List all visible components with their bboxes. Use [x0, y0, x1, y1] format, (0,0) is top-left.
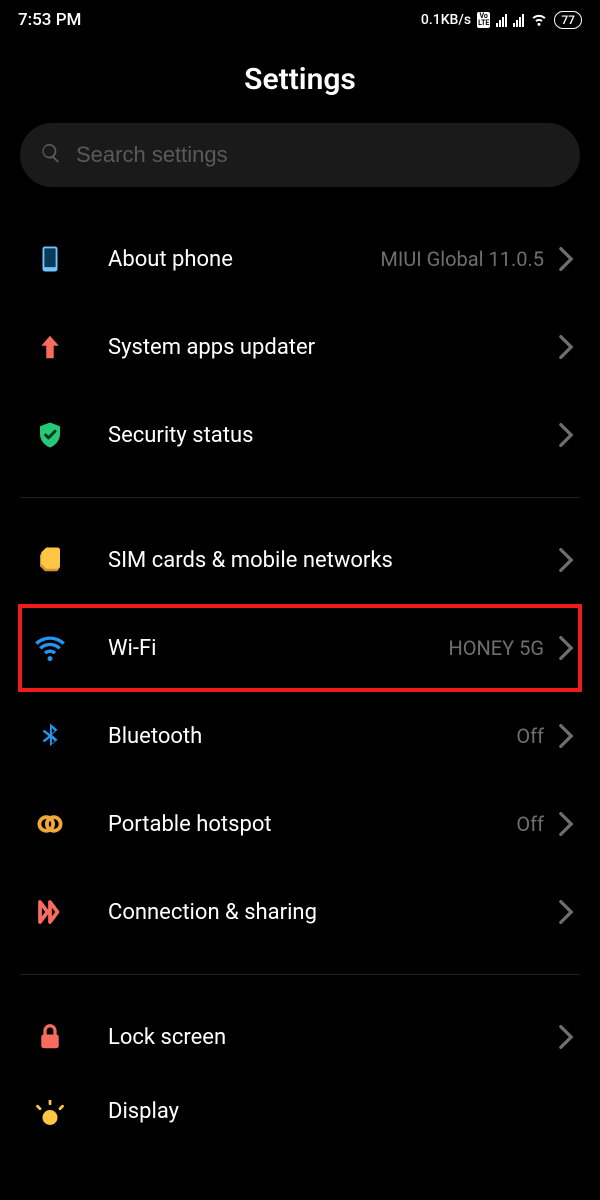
item-security-status[interactable]: Security status	[0, 391, 600, 479]
volte-icon: VoLTE	[477, 12, 490, 28]
item-value: HONEY 5G	[449, 636, 545, 660]
item-label: About phone	[108, 247, 380, 272]
item-portable-hotspot[interactable]: Portable hotspot Off	[0, 780, 600, 868]
chevron-right-icon	[558, 547, 574, 573]
share-icon	[34, 896, 66, 928]
divider	[20, 497, 580, 498]
search-icon	[40, 142, 62, 168]
hotspot-icon	[34, 808, 66, 840]
sim-card-icon	[34, 544, 66, 576]
item-label: Lock screen	[108, 1025, 558, 1050]
status-bar: 7:53 PM 0.1KB/s VoLTE 77	[0, 0, 600, 40]
network-speed: 0.1KB/s	[421, 12, 471, 28]
lock-icon	[34, 1021, 66, 1053]
item-wifi[interactable]: Wi-Fi HONEY 5G	[18, 604, 582, 692]
item-system-apps-updater[interactable]: System apps updater	[0, 303, 600, 391]
wifi-icon	[34, 632, 66, 664]
bluetooth-icon	[34, 720, 66, 752]
item-sim-cards[interactable]: SIM cards & mobile networks	[0, 516, 600, 604]
item-label: SIM cards & mobile networks	[108, 548, 558, 573]
chevron-right-icon	[558, 723, 574, 749]
item-value: MIUI Global 11.0.5	[380, 247, 544, 271]
status-right: 0.1KB/s VoLTE 77	[421, 9, 582, 31]
chevron-right-icon	[558, 1024, 574, 1050]
chevron-right-icon	[558, 246, 574, 272]
item-bluetooth[interactable]: Bluetooth Off	[0, 692, 600, 780]
wifi-status-icon	[530, 9, 548, 31]
battery-icon: 77	[554, 11, 582, 29]
item-value: Off	[516, 724, 544, 748]
search-input[interactable]	[76, 142, 560, 168]
phone-icon	[34, 243, 66, 275]
status-time: 7:53 PM	[18, 10, 81, 30]
shield-check-icon	[34, 419, 66, 451]
item-label: System apps updater	[108, 335, 558, 360]
item-connection-sharing[interactable]: Connection & sharing	[0, 868, 600, 956]
chevron-right-icon	[558, 811, 574, 837]
item-about-phone[interactable]: About phone MIUI Global 11.0.5	[0, 215, 600, 303]
brightness-icon	[34, 1099, 66, 1131]
item-label: Portable hotspot	[108, 812, 516, 837]
chevron-right-icon	[558, 334, 574, 360]
item-label: Security status	[108, 423, 558, 448]
item-label: Connection & sharing	[108, 900, 558, 925]
item-label: Display	[108, 1099, 574, 1124]
chevron-right-icon	[558, 899, 574, 925]
item-value: Off	[516, 812, 544, 836]
search-bar[interactable]	[20, 123, 580, 187]
chevron-right-icon	[558, 422, 574, 448]
page-title: Settings	[0, 40, 600, 123]
item-lock-screen[interactable]: Lock screen	[0, 993, 600, 1081]
item-label: Wi-Fi	[108, 636, 449, 661]
chevron-right-icon	[558, 635, 574, 661]
signal-1-icon	[496, 13, 507, 27]
signal-2-icon	[513, 13, 524, 27]
item-label: Bluetooth	[108, 724, 516, 749]
arrow-up-icon	[34, 331, 66, 363]
divider	[20, 974, 580, 975]
settings-list: About phone MIUI Global 11.0.5 System ap…	[0, 215, 600, 1131]
item-display[interactable]: Display	[0, 1081, 600, 1131]
